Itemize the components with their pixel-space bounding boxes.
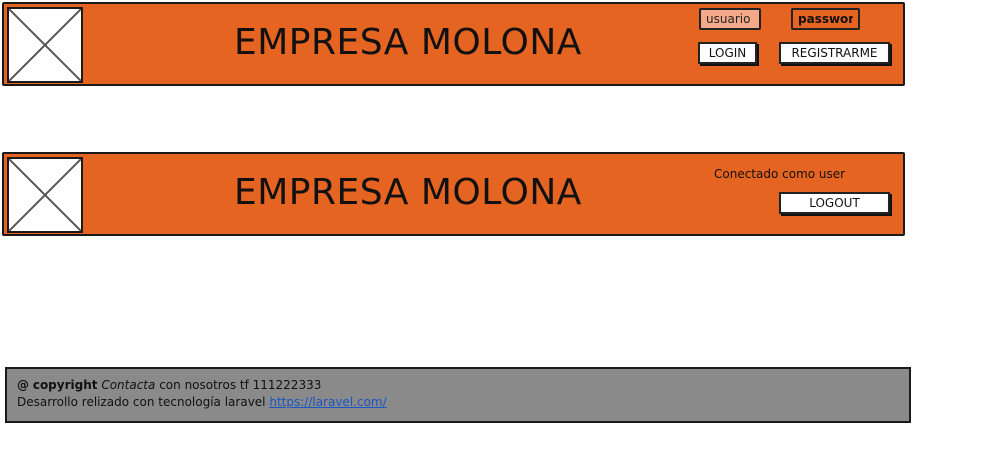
header-logged-in: EMPRESA MOLONA Conectado como user LOGOU…	[2, 152, 905, 236]
logo-image-placeholder-icon	[7, 157, 83, 233]
copyright-text: copyright	[32, 378, 98, 392]
header-logged-out: EMPRESA MOLONA LOGIN REGISTRARME	[2, 2, 905, 86]
logged-in-status: Conectado como user	[714, 167, 846, 181]
site-title: EMPRESA MOLONA	[234, 172, 582, 213]
login-button[interactable]: LOGIN	[698, 42, 757, 64]
register-button[interactable]: REGISTRARME	[779, 42, 890, 64]
footer-line-1: @ copyright Contacta con nosotros tf 111…	[17, 377, 909, 394]
footer-line-2: Desarrollo relizado con tecnología larav…	[17, 394, 909, 411]
laravel-link[interactable]: https://laravel.com/	[269, 395, 386, 409]
at-symbol: @	[17, 378, 29, 392]
logo-image-placeholder-icon	[7, 7, 83, 83]
contact-word: Contacta	[101, 378, 156, 392]
password-input[interactable]	[791, 8, 860, 30]
footer: @ copyright Contacta con nosotros tf 111…	[5, 367, 911, 423]
username-input[interactable]	[699, 8, 761, 30]
logout-button[interactable]: LOGOUT	[779, 192, 890, 214]
development-text: Desarrollo relizado con tecnología larav…	[17, 395, 266, 409]
site-title: EMPRESA MOLONA	[234, 22, 582, 63]
contact-text: con nosotros tf 111222333	[159, 378, 322, 392]
